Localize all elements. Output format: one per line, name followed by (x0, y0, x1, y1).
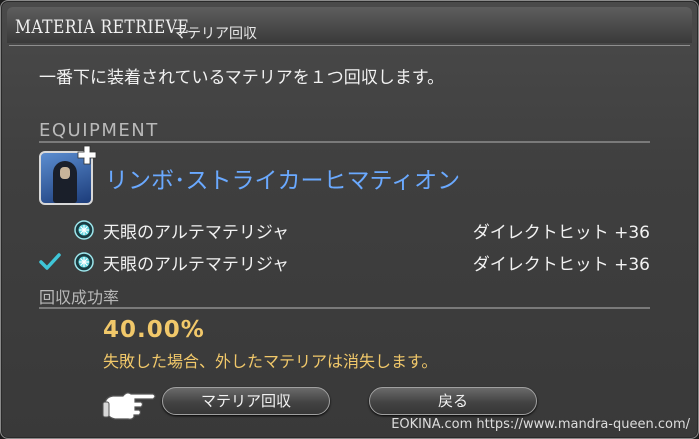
success-rate-label: 回収成功率 (39, 288, 120, 307)
hand-pointer-icon (102, 392, 156, 420)
section-divider (39, 141, 650, 143)
materia-row[interactable]: 天眼のアルテマテリジャ ダイレクトヒット +36 (39, 217, 650, 243)
materia-name: 天眼のアルテマテリジャ (103, 223, 289, 243)
back-button[interactable]: 戻る (369, 387, 537, 415)
rate-divider (39, 307, 650, 309)
materia-icon (74, 220, 94, 240)
equipment-section-label: EQUIPMENT (39, 120, 159, 141)
failure-warning: 失敗した場合、外したマテリアは消失します。 (103, 352, 438, 371)
materia-row-selected[interactable]: 天眼のアルテマテリジャ ダイレクトヒット +36 (39, 249, 650, 275)
retrieve-materia-button[interactable]: マテリア回収 (162, 387, 330, 415)
window-title: MATERIA RETRIEVE (15, 16, 190, 38)
materia-icon (74, 252, 94, 272)
item-name[interactable]: リンボ･ストライカーヒマティオン (105, 161, 460, 195)
title-divider (9, 45, 690, 46)
watermark-text: EOKINA.com https://www.mandra-queen.com/ (391, 417, 690, 432)
success-rate-value: 40.00% (103, 317, 205, 343)
plus-icon (77, 145, 97, 165)
description-text: 一番下に装着されているマテリアを１つ回収します。 (39, 68, 445, 88)
window-subtitle: マテリア回収 (173, 26, 257, 42)
materia-stat: ダイレクトヒット +36 (472, 255, 650, 275)
materia-name: 天眼のアルテマテリジャ (103, 255, 289, 275)
check-icon (39, 253, 61, 270)
materia-stat: ダイレクトヒット +36 (472, 223, 650, 243)
materia-retrieve-window: MATERIA RETRIEVE マテリア回収 一番下に装着されているマテリアを… (0, 0, 699, 439)
